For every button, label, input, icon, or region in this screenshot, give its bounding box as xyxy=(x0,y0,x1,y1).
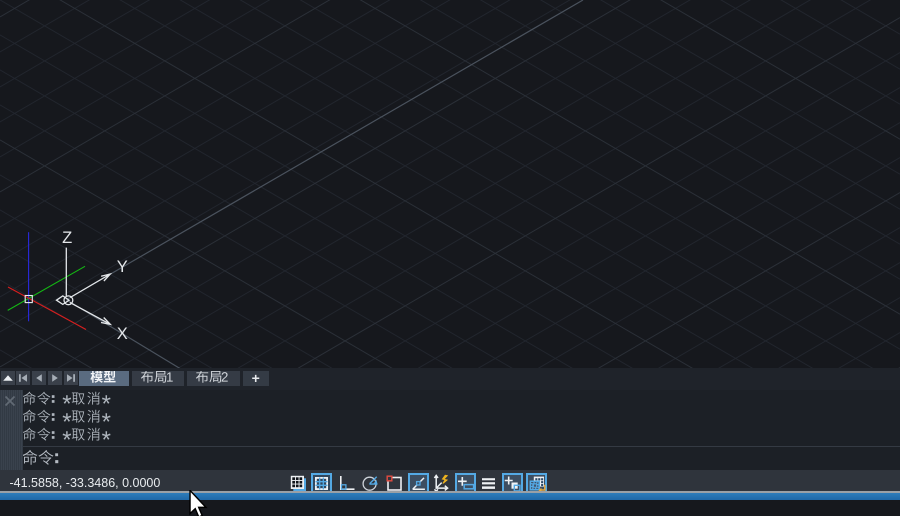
svg-text:Z: Z xyxy=(62,229,72,247)
svg-text:Y: Y xyxy=(117,258,128,276)
svg-text:X: X xyxy=(117,325,128,343)
